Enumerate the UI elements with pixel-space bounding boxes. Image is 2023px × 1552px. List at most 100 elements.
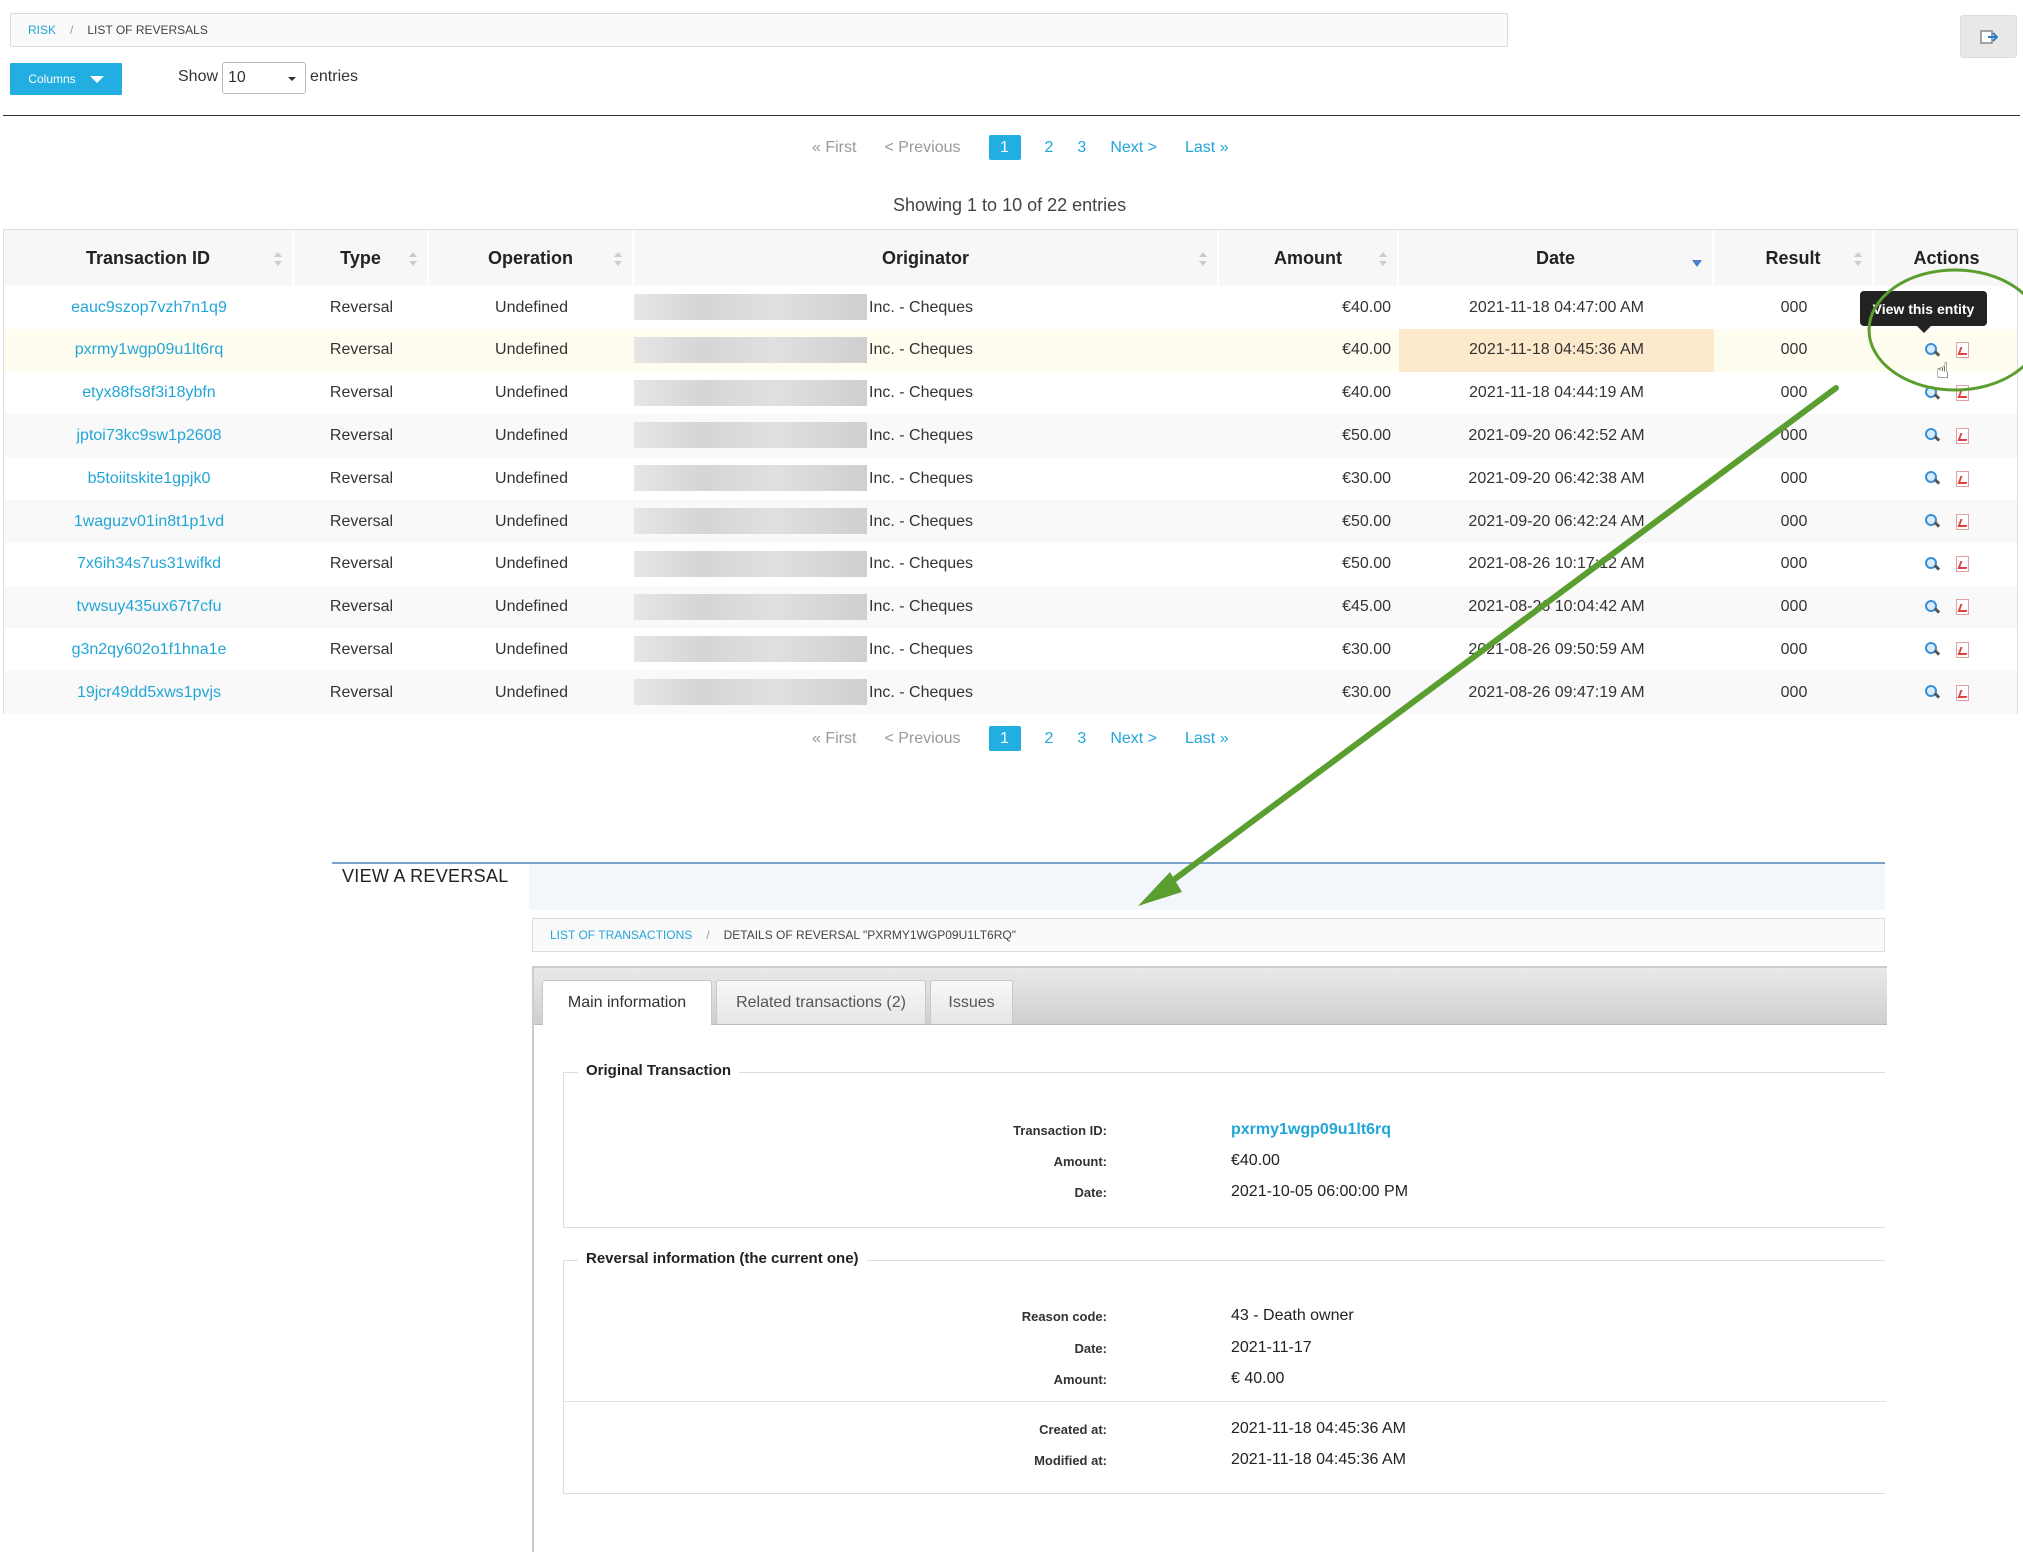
date-cell-text: 2021-08-26 09:50:59 AM [1468, 640, 1645, 658]
action-icons [1924, 684, 1969, 701]
columns-button[interactable]: Columns [10, 63, 122, 95]
logout-button[interactable] [1960, 15, 2017, 58]
magnifier-icon[interactable] [1924, 385, 1940, 401]
transaction-id-link-text[interactable]: etyx88fs8f3i18ybfn [82, 384, 215, 402]
page-size-select[interactable]: 10 [222, 62, 306, 94]
result-cell: 000 [1714, 543, 1874, 586]
amount-cell: €40.00 [1219, 329, 1399, 372]
transaction-id-link-text[interactable]: 7x6ih34s7us31wifkd [77, 555, 221, 573]
tab-main-information[interactable]: Main information [542, 980, 712, 1025]
pagination-first[interactable]: « First [812, 730, 856, 748]
pdf-icon[interactable] [1955, 427, 1969, 444]
column-header-transaction-id[interactable]: Transaction ID [4, 230, 294, 286]
date-cell-text: 2021-09-20 06:42:24 AM [1468, 512, 1645, 530]
magnifier-icon[interactable] [1924, 471, 1940, 486]
column-header-type[interactable]: Type [294, 230, 429, 286]
operation-cell-text: Undefined [495, 640, 568, 658]
sort-icon [274, 252, 282, 266]
transaction-id-link-text[interactable]: eauc9szop7vzh7n1q9 [71, 299, 227, 317]
operation-cell: Undefined [429, 329, 634, 372]
magnifier-icon[interactable] [1924, 685, 1940, 700]
pdf-icon[interactable] [1955, 599, 1969, 616]
reason-code-label: Reason code: [1021, 1309, 1107, 1324]
reason-code-value: 43 - Death owner [1231, 1307, 1354, 1324]
pagination-previous[interactable]: < Previous [884, 139, 960, 157]
reversal-information-legend: Reversal information (the current one) [578, 1250, 867, 1267]
date-cell: 2021-08-26 10:04:42 AM [1399, 586, 1714, 629]
originator-cell-text: Inc. - Cheques [869, 640, 974, 658]
pagination-page-2[interactable]: 2 [1045, 139, 1054, 157]
table-row: g3n2qy602o1f1hna1e Reversal Undefined Inc. … [4, 628, 2017, 672]
magnifier-icon[interactable] [1924, 556, 1940, 572]
date-cell: 2021-08-26 09:50:59 AM [1399, 628, 1714, 671]
amount-cell: €40.00 [1219, 372, 1399, 415]
result-cell: 000 [1714, 329, 1874, 372]
column-header-originator[interactable]: Originator [634, 230, 1219, 286]
column-header-operation[interactable]: Operation [429, 230, 634, 286]
exit-icon [1979, 29, 1998, 44]
transaction-id-link-text[interactable]: 19jcr49dd5xws1pvjs [77, 684, 221, 702]
originator-cell-text: Inc. - Cheques [869, 341, 974, 359]
tab-issues[interactable]: Issues [930, 980, 1013, 1024]
type-cell-text: Reversal [329, 640, 394, 658]
pagination-page-3[interactable]: 3 [1077, 139, 1086, 157]
amount-cell-text: €40.00 [1342, 298, 1391, 316]
redacted-originator [634, 593, 867, 620]
pdf-icon[interactable] [1955, 684, 1969, 701]
type-cell: Reversal [294, 414, 429, 457]
redacted-originator [634, 294, 867, 320]
pdf-icon[interactable] [1955, 470, 1969, 487]
transaction-id-link: g3n2qy602o1f1hna1e [4, 628, 294, 671]
column-header-result[interactable]: Result [1714, 230, 1874, 286]
detail-header-band [529, 864, 1885, 910]
originator-cell-text: Inc. - Cheques [869, 298, 974, 316]
pagination-last[interactable]: Last » [1185, 730, 1229, 748]
pdf-icon[interactable] [1955, 556, 1969, 573]
result-cell: 000 [1714, 372, 1874, 415]
operation-cell-text: Undefined [495, 555, 568, 573]
pagination-page-3[interactable]: 3 [1077, 730, 1086, 748]
tab-related-transactions[interactable]: Related transactions (2) [716, 980, 926, 1024]
pagination-first[interactable]: « First [812, 139, 856, 157]
breadcrumb-transactions-link[interactable]: LIST OF TRANSACTIONS [550, 928, 692, 942]
magnifier-icon[interactable] [1924, 428, 1940, 443]
transaction-id-link-text[interactable]: tvwsuy435ux67t7cfu [77, 598, 222, 616]
transaction-id-link-text[interactable]: jptoi73kc9sw1p2608 [77, 427, 222, 445]
actions-cell [1874, 414, 2019, 457]
operation-cell: Undefined [429, 286, 634, 329]
pagination-previous[interactable]: < Previous [884, 730, 960, 748]
type-cell-text: Reversal [329, 341, 394, 359]
table-row: 19jcr49dd5xws1pvjs Reversal Undefined Inc. … [4, 671, 2017, 715]
originator-cell: Inc. - Cheques [869, 628, 1219, 671]
magnifier-icon[interactable] [1924, 342, 1940, 358]
transaction-id-link-text[interactable]: g3n2qy602o1f1hna1e [72, 641, 227, 659]
pagination-last[interactable]: Last » [1185, 139, 1229, 157]
table-row: etyx88fs8f3i18ybfn Reversal Undefined Inc. … [4, 371, 2017, 415]
pagination-next[interactable]: Next > [1110, 139, 1157, 157]
divider [3, 115, 2020, 116]
transaction-id-link-text[interactable]: 1waguzv01in8t1p1vd [74, 513, 224, 531]
amount-cell-text: €50.00 [1342, 512, 1391, 530]
transaction-id-link-text[interactable]: pxrmy1wgp09u1lt6rq [75, 341, 224, 359]
pdf-icon[interactable] [1955, 385, 1969, 402]
transaction-id-link[interactable]: pxrmy1wgp09u1lt6rq [1231, 1121, 1391, 1139]
reversal-amount-value: € 40.00 [1231, 1370, 1285, 1387]
pdf-icon[interactable] [1955, 641, 1969, 658]
pagination-page-1[interactable]: 1 [988, 135, 1021, 160]
operation-cell: Undefined [429, 671, 634, 714]
amount-cell-text: €30.00 [1342, 640, 1391, 658]
pdf-icon[interactable] [1955, 513, 1969, 530]
pagination-page-1[interactable]: 1 [988, 726, 1021, 751]
result-cell: 000 [1714, 286, 1874, 329]
pdf-icon[interactable] [1955, 342, 1969, 359]
magnifier-icon[interactable] [1924, 642, 1940, 657]
breadcrumb-risk-link[interactable]: RISK [28, 23, 56, 37]
magnifier-icon[interactable] [1924, 599, 1940, 615]
magnifier-icon[interactable] [1924, 514, 1940, 529]
transaction-id-link-text[interactable]: b5toiitskite1gpjk0 [88, 470, 211, 488]
column-header-amount[interactable]: Amount [1219, 230, 1399, 286]
column-header-date[interactable]: Date [1399, 230, 1714, 286]
pagination-next[interactable]: Next > [1110, 730, 1157, 748]
table-row: 7x6ih34s7us31wifkd Reversal Undefined Inc. … [4, 542, 2017, 586]
pagination-page-2[interactable]: 2 [1045, 730, 1054, 748]
